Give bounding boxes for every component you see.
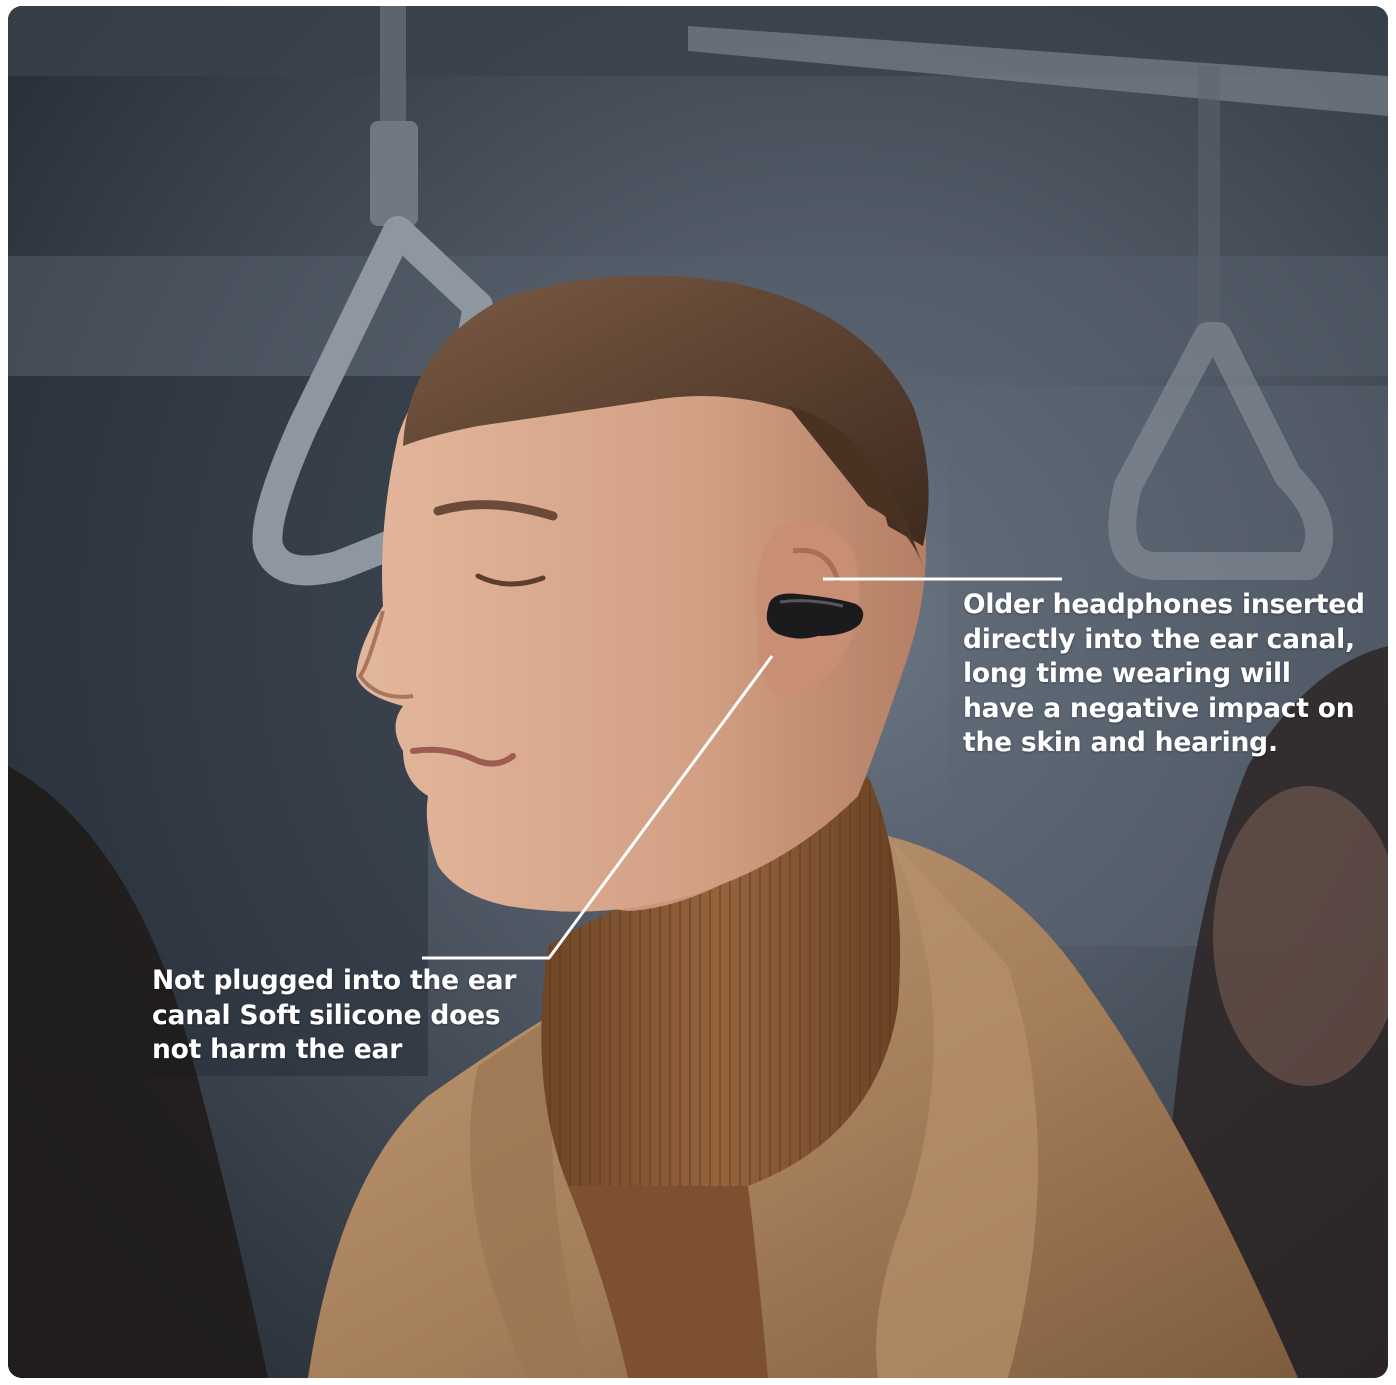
photo-frame: Older headphones inserted directly into … [8,6,1388,1378]
callout-text-left: Not plugged into the ear canal Soft sili… [152,965,517,1065]
callout-text-right: Older headphones inserted directly into … [963,589,1365,758]
